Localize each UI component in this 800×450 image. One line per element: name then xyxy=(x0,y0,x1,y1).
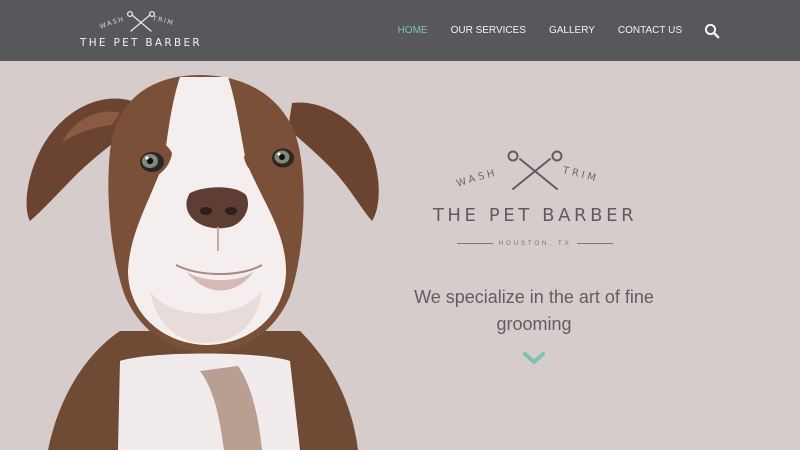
hero-brand-name: THE PET BARBER xyxy=(432,205,638,226)
site-header: WASH TRIM THE PET BARBER HOME OUR SERVIC… xyxy=(0,0,800,61)
scissors-icon xyxy=(126,10,156,32)
svg-text:TRIM: TRIM xyxy=(561,165,600,185)
brand-name: THE PET BARBER xyxy=(80,37,203,49)
hero-location-row: HOUSTON, TX xyxy=(400,237,670,249)
hero-arc-right: TRIM xyxy=(561,165,597,185)
nav-contact-us[interactable]: CONTACT US xyxy=(618,25,682,36)
hero-arc-left: WASH xyxy=(455,167,496,189)
nav-gallery[interactable]: GALLERY xyxy=(549,25,595,36)
scissors-icon xyxy=(507,150,563,190)
hero-tagline: We specialize in the art of fine groomin… xyxy=(414,287,654,334)
main-nav: HOME OUR SERVICES GALLERY CONTACT US xyxy=(375,0,720,61)
nav-home[interactable]: HOME xyxy=(398,25,428,36)
svg-text:WASH: WASH xyxy=(98,15,125,31)
search-icon[interactable] xyxy=(704,23,720,39)
page: WASH TRIM THE PET BARBER HOME OUR SERVIC… xyxy=(0,0,800,450)
brand-logo-graphic: WASH TRIM xyxy=(98,10,176,32)
svg-text:TRIM: TRIM xyxy=(151,14,176,28)
svg-text:WASH: WASH xyxy=(455,167,499,189)
hero-location: HOUSTON, TX xyxy=(498,239,572,247)
brand-logo-link[interactable]: WASH TRIM THE PET BARBER xyxy=(80,10,202,52)
divider-right xyxy=(577,242,614,244)
hero-logo: WASH TRIM THE PET BARBER HOUSTON, TX xyxy=(400,149,670,249)
hero-section: WASH TRIM THE PET BARBER HOUSTON, TX We … xyxy=(0,61,800,450)
puppy-image xyxy=(26,75,379,450)
brand-arc-left: WASH xyxy=(98,15,124,31)
nav-our-services[interactable]: OUR SERVICES xyxy=(451,25,526,36)
divider-left xyxy=(456,242,493,244)
brand-arc-right: TRIM xyxy=(151,14,174,28)
hero-logo-graphic: WASH TRIM xyxy=(455,150,600,190)
chevron-down-icon[interactable] xyxy=(522,351,546,365)
